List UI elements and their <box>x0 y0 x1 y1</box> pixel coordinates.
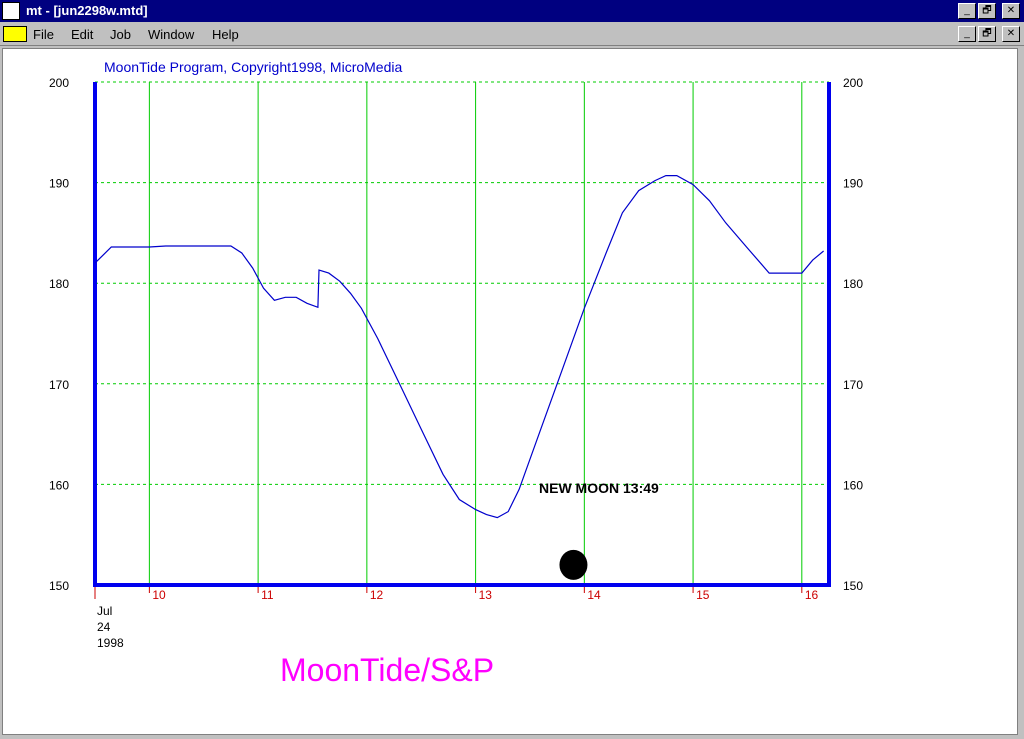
date-label-year: 1998 <box>97 636 124 650</box>
minimize-button[interactable]: _ <box>958 3 976 19</box>
menu-edit[interactable]: Edit <box>71 27 93 42</box>
menu-help[interactable]: Help <box>212 27 239 42</box>
y-tick-label-right-190: 190 <box>843 177 863 191</box>
date-label-month: Jul <box>97 604 112 618</box>
menu-bar: File Edit Job Window Help _ 🗗 ✕ <box>0 22 1024 46</box>
x-tick-label-15: 15 <box>696 588 710 602</box>
y-tick-label-left-150: 150 <box>49 579 69 593</box>
title-bar[interactable]: mt - [jun2298w.mtd] _ 🗗 ✕ <box>0 0 1024 22</box>
y-tick-label-left-170: 170 <box>49 378 69 392</box>
x-tick-label-14: 14 <box>587 588 601 602</box>
document-icon[interactable] <box>3 26 27 42</box>
menu-window[interactable]: Window <box>148 27 194 42</box>
tide-chart: 150 150 160 160 170 170 180 180 190 190 200 200 10 11… <box>49 59 863 688</box>
x-tick-label-16: 16 <box>805 588 819 602</box>
y-tick-label-right-180: 180 <box>843 277 863 291</box>
window-title: mt - [jun2298w.mtd] <box>26 3 148 18</box>
y-tick-label-right-150: 150 <box>843 579 863 593</box>
x-tick-label-12: 12 <box>370 588 384 602</box>
doc-close-button[interactable]: ✕ <box>1002 26 1020 42</box>
y-tick-label-left-200: 200 <box>49 76 69 90</box>
y-tick-label-left-180: 180 <box>49 277 69 291</box>
menu-job[interactable]: Job <box>110 27 131 42</box>
tide-series-line-0 <box>94 174 824 519</box>
doc-minimize-button[interactable]: _ <box>958 26 976 42</box>
y-tick-label-right-160: 160 <box>843 478 863 492</box>
doc-restore-button[interactable]: 🗗 <box>978 26 996 42</box>
menu-file[interactable]: File <box>33 27 54 42</box>
date-label-day: 24 <box>97 620 111 634</box>
y-tick-label-left-160: 160 <box>49 478 69 492</box>
app-icon[interactable] <box>2 2 20 20</box>
y-tick-label-right-200: 200 <box>843 76 863 90</box>
restore-button[interactable]: 🗗 <box>978 3 996 19</box>
new-moon-marker <box>559 549 588 580</box>
x-tick-label-11: 11 <box>261 588 274 602</box>
new-moon-annotation: NEW MOON 13:49 <box>539 480 659 496</box>
moontide-watermark: MoonTide/S&P <box>280 652 494 688</box>
copyright-text: MoonTide Program, Copyright1998, MicroMe… <box>104 59 402 75</box>
x-tick-label-10: 10 <box>152 588 166 602</box>
x-tick-label-13: 13 <box>479 588 493 602</box>
y-tick-label-right-170: 170 <box>843 378 863 392</box>
close-button[interactable]: ✕ <box>1002 3 1020 19</box>
chart-canvas: 150 150 160 160 170 170 180 180 190 190 200 200 10 11… <box>2 48 1018 735</box>
y-tick-label-left-190: 190 <box>49 177 69 191</box>
